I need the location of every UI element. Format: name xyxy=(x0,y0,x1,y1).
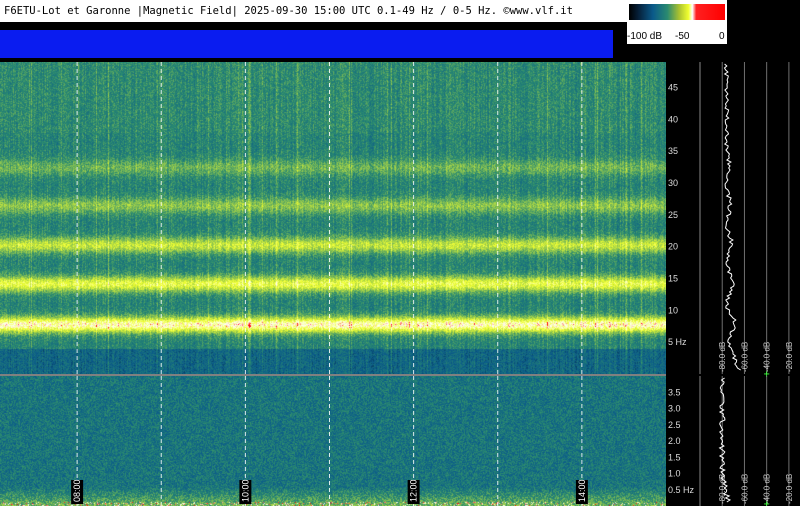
freq-tick-label: 35 xyxy=(668,146,678,156)
freq-tick-label: 15 xyxy=(668,273,678,283)
freq-tick-label: 3.5 xyxy=(668,387,681,397)
cursor-marker: + xyxy=(764,499,770,506)
freq-tick-label: 2.0 xyxy=(668,436,681,446)
profile-db-label: -40.0 dB xyxy=(763,342,772,372)
time-label: 14:00 xyxy=(577,479,587,502)
freq-tick-label: 2.5 xyxy=(668,420,681,430)
profile-db-label: -60.0 dB xyxy=(740,342,749,372)
freq-tick-label: 5 Hz xyxy=(668,337,687,347)
freq-tick-label: 1.5 xyxy=(668,452,681,462)
time-label: 08:00 xyxy=(72,479,82,502)
time-grid-bottom xyxy=(76,376,583,506)
spectrum-profile-bottom: -80.0 dB -60.0 dB -40.0 dB -20.0 dB+ xyxy=(699,376,794,506)
freq-tick-label: 30 xyxy=(668,178,678,188)
freq-tick-label: 1.0 xyxy=(668,469,681,479)
chart-overlay: 5 Hz 10 15 20 25 30 35 40 45 0.5 Hz 1.0 1.5 2.0 2.5 3… xyxy=(0,62,794,506)
profile-db-label: -80.0 dB xyxy=(718,342,727,372)
profile-db-label: -60.0 dB xyxy=(740,474,749,504)
freq-tick-label: 20 xyxy=(668,242,678,252)
freq-tick-label: 3.0 xyxy=(668,404,681,414)
freq-axis-top: 5 Hz 10 15 20 25 30 35 40 45 xyxy=(668,82,687,347)
time-label: 10:00 xyxy=(240,479,250,502)
time-grid-top xyxy=(76,62,583,374)
freq-tick-label: 10 xyxy=(668,305,678,315)
profile-db-label: -20.0 dB xyxy=(785,474,794,504)
freq-tick-label: 45 xyxy=(668,82,678,92)
freq-axis-bottom: 0.5 Hz 1.0 1.5 2.0 2.5 3.0 3.5 xyxy=(668,387,695,495)
freq-tick-label: 0.5 Hz xyxy=(668,485,695,495)
profile-trace xyxy=(723,63,741,371)
freq-tick-label: 25 xyxy=(668,210,678,220)
freq-tick-label: 40 xyxy=(668,114,678,124)
profile-db-label: -20.0 dB xyxy=(785,342,794,372)
spectrum-profile-top: -80.0 dB -60.0 dB -40.0 dB -20.0 dB+ xyxy=(699,62,794,380)
time-label: 12:00 xyxy=(409,479,419,502)
